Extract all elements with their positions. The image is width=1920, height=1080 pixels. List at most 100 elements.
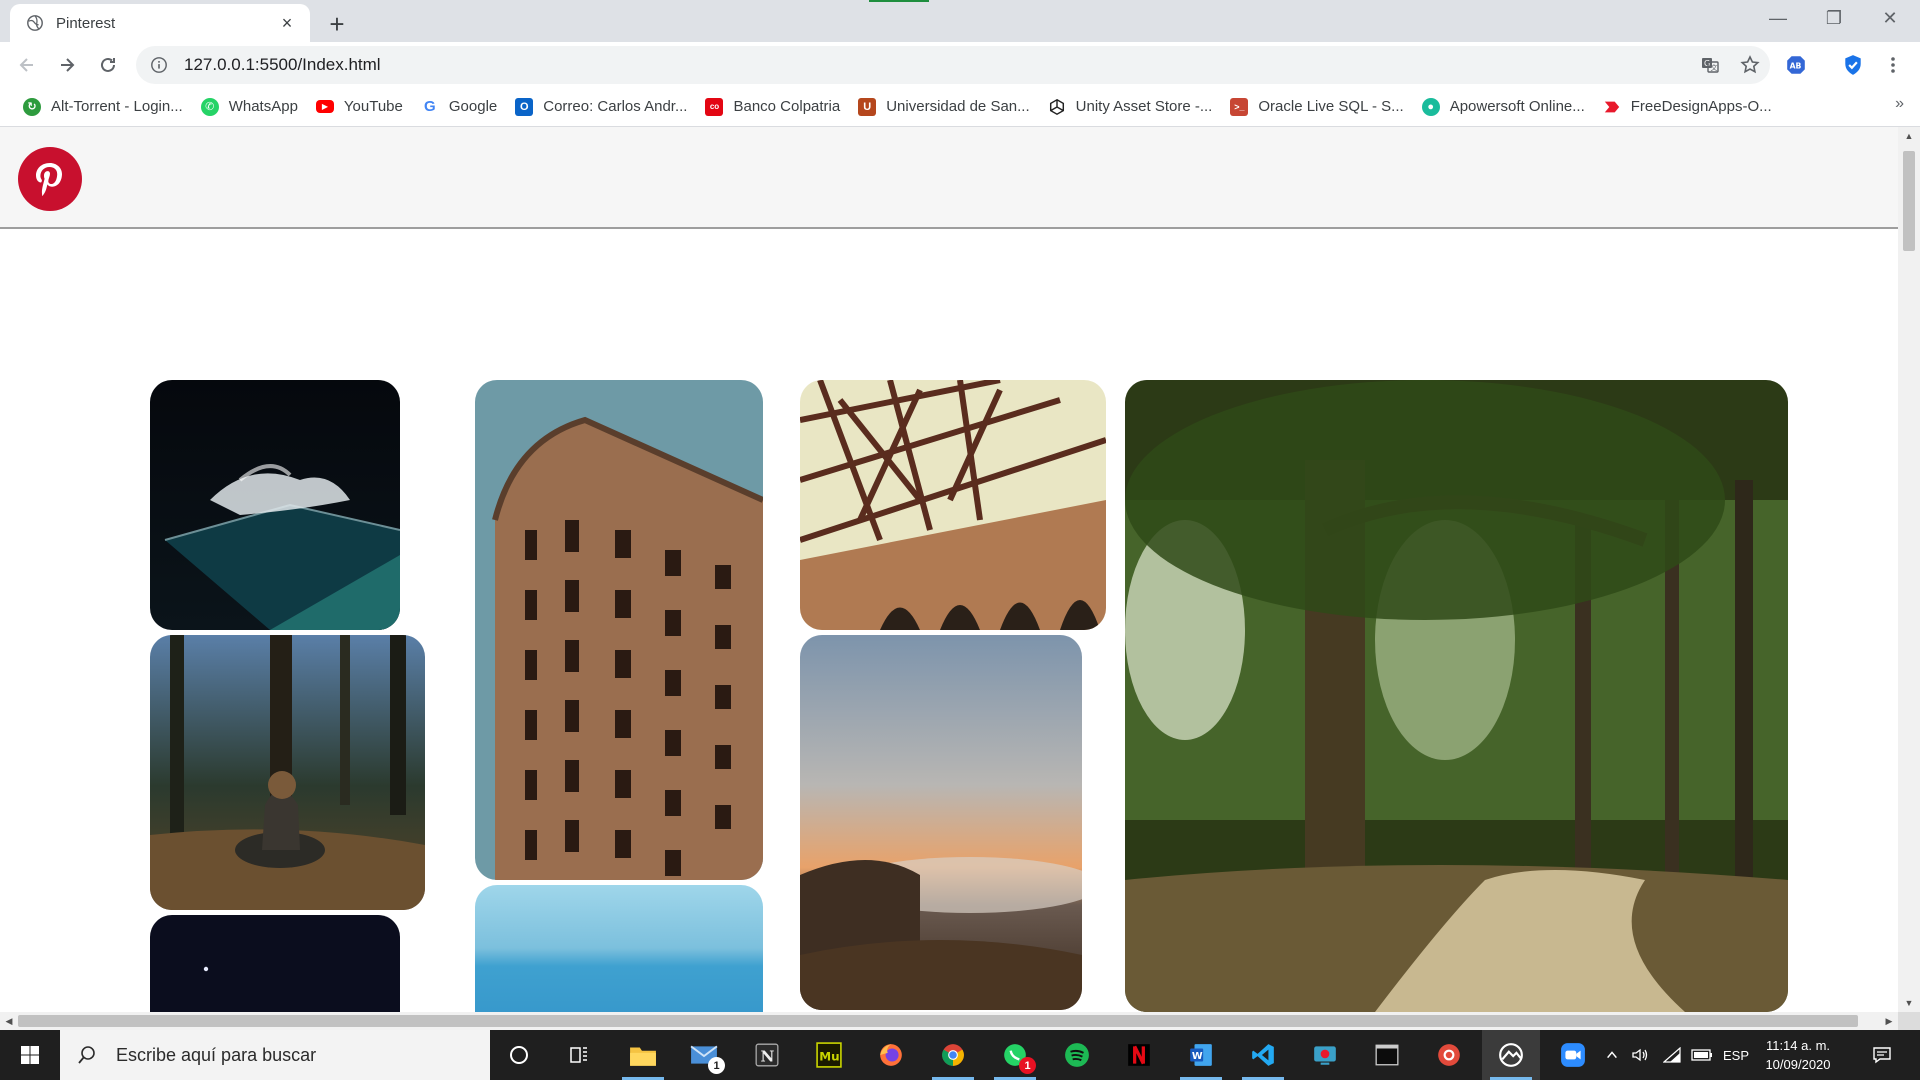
site-info-icon[interactable] xyxy=(148,54,170,76)
pinterest-p-icon xyxy=(36,163,62,196)
scrollbar-corner xyxy=(1898,1012,1920,1030)
pin-bridge-image[interactable] xyxy=(800,380,1106,630)
taskbar-muse[interactable]: Mu xyxy=(800,1030,858,1080)
bookmark-google[interactable]: G Google xyxy=(412,92,506,122)
bookmark-star-button[interactable] xyxy=(1730,46,1770,84)
minimize-button[interactable]: — xyxy=(1750,0,1806,36)
taskbar-chrome[interactable] xyxy=(924,1030,982,1080)
url-text[interactable]: 127.0.0.1:5500/Index.html xyxy=(184,55,1690,75)
translate-button[interactable]: G文 xyxy=(1690,46,1730,84)
google-icon: G xyxy=(424,98,436,115)
taskbar-netflix[interactable] xyxy=(1110,1030,1168,1080)
restore-button[interactable]: ❐ xyxy=(1806,0,1862,36)
bookmark-label: Alt-Torrent - Login... xyxy=(51,98,183,115)
task-view-icon xyxy=(570,1047,587,1063)
mail-badge: 1 xyxy=(708,1057,725,1074)
arrow-left-icon xyxy=(19,58,33,72)
spotify-icon xyxy=(1065,1043,1089,1067)
bookmark-freedesignapps[interactable]: FreeDesignApps-O... xyxy=(1594,92,1781,122)
taskbar-vscode[interactable] xyxy=(1234,1030,1292,1080)
bookmark-label: Banco Colpatria xyxy=(733,98,841,115)
pin-ocean-pool-image[interactable] xyxy=(150,380,400,630)
scroll-left-arrow[interactable]: ◀ xyxy=(0,1012,18,1030)
bookmark-oracle[interactable]: >_ Oracle Live SQL - S... xyxy=(1221,92,1412,122)
taskbar-clock[interactable]: 11:14 a. m. 10/09/2020 xyxy=(1756,1036,1840,1074)
taskbar-app-red[interactable] xyxy=(1420,1030,1478,1080)
bookmark-whatsapp[interactable]: ✆ WhatsApp xyxy=(192,92,307,122)
vertical-scroll-thumb[interactable] xyxy=(1903,151,1915,251)
bookmark-alt-torrent[interactable]: ↻ Alt-Torrent - Login... xyxy=(14,92,192,122)
reload-button[interactable] xyxy=(91,48,125,82)
bookmark-unity[interactable]: Unity Asset Store -... xyxy=(1039,92,1222,122)
close-tab-icon[interactable]: × xyxy=(276,12,298,34)
taskbar-photos-active[interactable] xyxy=(1482,1030,1540,1080)
new-tab-button[interactable]: + xyxy=(322,9,352,39)
reload-icon xyxy=(101,57,115,72)
taskbar-firefox[interactable] xyxy=(862,1030,920,1080)
netflix-icon xyxy=(1128,1044,1150,1066)
pin-sunset-clouds-image[interactable] xyxy=(800,635,1082,1010)
task-view-button[interactable] xyxy=(550,1030,608,1080)
bookmark-universidad[interactable]: U Universidad de San... xyxy=(849,92,1038,122)
show-hidden-icons-button[interactable] xyxy=(1600,1030,1624,1080)
taskbar-terminal[interactable] xyxy=(1358,1030,1416,1080)
taskbar-apowersoft-recorder[interactable] xyxy=(1296,1030,1354,1080)
svg-text:W: W xyxy=(1192,1051,1203,1062)
pinterest-logo[interactable] xyxy=(18,147,82,211)
adblock-extension-button[interactable]: AB xyxy=(1783,52,1809,78)
bookmark-label: Universidad de San... xyxy=(886,98,1030,115)
volume-button[interactable] xyxy=(1626,1030,1654,1080)
globe-icon xyxy=(26,14,44,32)
cortana-button[interactable] xyxy=(490,1030,548,1080)
bookmark-outlook[interactable]: O Correo: Carlos Andr... xyxy=(506,92,696,122)
taskbar-search-box[interactable]: Escribe aquí para buscar xyxy=(60,1030,490,1080)
whatsapp-badge: 1 xyxy=(1019,1057,1036,1074)
colpatria-icon: co xyxy=(705,97,724,116)
address-bar[interactable]: 127.0.0.1:5500/Index.html G文 xyxy=(136,46,1770,84)
pin-night-sky-image[interactable] xyxy=(150,915,400,1012)
tab-title: Pinterest xyxy=(56,14,116,32)
bookmark-label: FreeDesignApps-O... xyxy=(1630,98,1772,115)
close-window-button[interactable]: ✕ xyxy=(1862,0,1918,36)
network-button[interactable] xyxy=(1658,1030,1686,1080)
browser-menu-button[interactable] xyxy=(1880,52,1906,78)
shield-extension-button[interactable] xyxy=(1840,52,1866,78)
battery-button[interactable] xyxy=(1688,1030,1716,1080)
vertical-scrollbar[interactable]: ▲ ▼ xyxy=(1898,127,1920,1012)
taskbar-mail[interactable]: 1 xyxy=(675,1030,733,1080)
taskbar-notion[interactable]: N xyxy=(738,1030,796,1080)
taskbar-word[interactable]: W xyxy=(1172,1030,1230,1080)
action-center-button[interactable] xyxy=(1862,1030,1902,1080)
bookmark-colpatria[interactable]: co Banco Colpatria xyxy=(696,92,849,122)
photos-icon xyxy=(1499,1043,1523,1067)
taskbar-whatsapp[interactable]: 1 xyxy=(986,1030,1044,1080)
screen-recorder-icon xyxy=(1314,1046,1336,1065)
horizontal-scrollbar[interactable]: ◀ ▶ xyxy=(0,1012,1898,1030)
pin-forest-person-image[interactable] xyxy=(150,635,425,910)
scroll-right-arrow[interactable]: ▶ xyxy=(1880,1012,1898,1030)
bookmarks-overflow-button[interactable]: » xyxy=(1895,95,1904,113)
browser-tab[interactable]: Pinterest × xyxy=(10,4,310,42)
bookmark-youtube[interactable]: ▶ YouTube xyxy=(307,92,412,122)
taskbar-zoom[interactable] xyxy=(1544,1030,1602,1080)
taskbar-file-explorer[interactable] xyxy=(614,1030,672,1080)
taskbar-spotify[interactable] xyxy=(1048,1030,1106,1080)
forward-button[interactable] xyxy=(50,48,84,82)
back-button[interactable] xyxy=(10,48,44,82)
university-icon: U xyxy=(858,97,877,116)
pin-sea-horizon-image[interactable] xyxy=(475,885,763,1012)
bookmark-label: Unity Asset Store -... xyxy=(1075,98,1213,115)
scroll-down-arrow[interactable]: ▼ xyxy=(1898,994,1920,1012)
start-button[interactable] xyxy=(0,1030,60,1080)
horizontal-scroll-thumb[interactable] xyxy=(18,1015,1858,1027)
pin-forest-path-image[interactable] xyxy=(1125,380,1788,1012)
bookmark-apowersoft[interactable]: ● Apowersoft Online... xyxy=(1413,92,1594,122)
input-language-button[interactable]: ESP xyxy=(1718,1030,1754,1080)
bookmarks-bar: ↻ Alt-Torrent - Login... ✆ WhatsApp ▶ Yo… xyxy=(0,87,1920,127)
more-vertical-icon xyxy=(1891,57,1895,73)
battery-icon xyxy=(1691,1049,1712,1061)
windows-taskbar: Escribe aquí para buscar 1 N Mu 1 W ESP … xyxy=(0,1030,1920,1080)
scroll-up-arrow[interactable]: ▲ xyxy=(1898,127,1920,145)
pin-building-image[interactable] xyxy=(475,380,763,880)
adobe-muse-icon: Mu xyxy=(816,1042,842,1068)
